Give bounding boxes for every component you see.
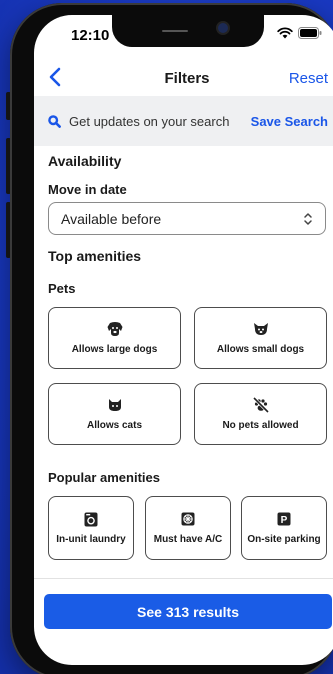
must-have-ac-option[interactable]: Must have A/C <box>145 496 231 560</box>
in-unit-laundry-label: In-unit laundry <box>56 534 126 545</box>
allows-cats-label: Allows cats <box>86 420 143 431</box>
cat-icon <box>107 397 123 413</box>
allows-cats-option[interactable]: Allows cats <box>48 383 181 445</box>
move-in-date-label: Move in date <box>48 182 127 197</box>
on-site-parking-option[interactable]: P On-site parking <box>241 496 327 560</box>
allows-large-dogs-label: Allows large dogs <box>71 344 158 355</box>
saved-search-bar: Get updates on your search Save Search <box>34 96 333 146</box>
search-icon <box>48 114 61 128</box>
popular-amenities-heading: Popular amenities <box>48 470 160 485</box>
chevron-up-down-icon <box>304 212 312 225</box>
phone-frame: 12:10 Filters Reset Get updates on your … <box>10 3 333 674</box>
battery-icon <box>298 27 322 39</box>
in-unit-laundry-option[interactable]: In-unit laundry <box>48 496 134 560</box>
top-amenities-heading: Top amenities <box>48 248 142 264</box>
availability-heading: Availability <box>48 153 122 169</box>
move-in-date-select[interactable]: Available before <box>48 202 326 235</box>
reset-button[interactable]: Reset <box>289 70 328 87</box>
footer-divider <box>34 578 333 579</box>
pets-heading: Pets <box>48 281 76 296</box>
allows-large-dogs-option[interactable]: Allows large dogs <box>48 307 181 369</box>
save-search-button[interactable]: Save Search <box>251 114 328 129</box>
small-dog-icon <box>252 321 270 337</box>
front-camera <box>218 23 228 33</box>
speaker-grille <box>162 30 188 32</box>
ac-icon <box>181 511 195 527</box>
notch <box>112 15 264 47</box>
svg-text:P: P <box>281 515 288 526</box>
saved-search-prompt: Get updates on your search <box>69 113 230 129</box>
status-time: 12:10 <box>71 27 110 44</box>
on-site-parking-label: On-site parking <box>247 534 321 545</box>
see-results-button[interactable]: See 313 results <box>44 594 332 629</box>
allows-small-dogs-label: Allows small dogs <box>216 344 305 355</box>
move-in-date-value: Available before <box>61 210 162 227</box>
phone-screen: 12:10 Filters Reset Get updates on your … <box>34 15 333 665</box>
must-have-ac-label: Must have A/C <box>153 534 223 545</box>
nav-bar: Filters Reset <box>34 61 333 95</box>
wifi-icon <box>277 27 293 39</box>
allows-small-dogs-option[interactable]: Allows small dogs <box>194 307 327 369</box>
status-bar: 12:10 <box>34 15 333 53</box>
status-icons <box>277 27 322 39</box>
no-pets-paw-icon <box>252 397 270 413</box>
no-pets-allowed-option[interactable]: No pets allowed <box>194 383 327 445</box>
parking-icon: P <box>277 511 291 527</box>
washer-icon <box>84 511 98 527</box>
large-dog-icon <box>106 321 124 337</box>
no-pets-allowed-label: No pets allowed <box>222 420 299 431</box>
